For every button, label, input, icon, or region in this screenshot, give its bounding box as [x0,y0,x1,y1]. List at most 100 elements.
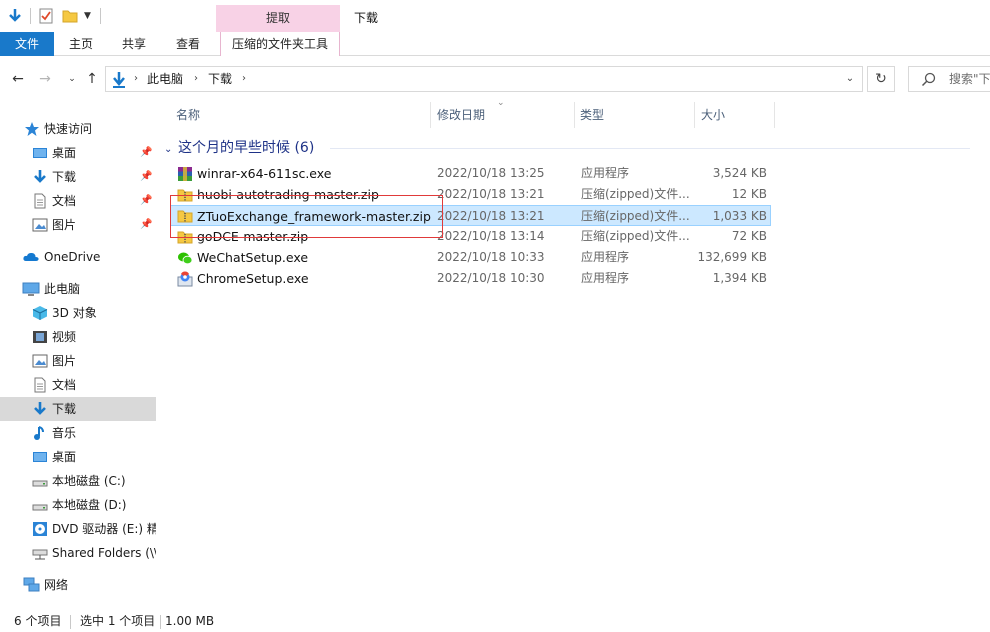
address-bar[interactable]: › 此电脑 › 下载 › ⌄ [105,66,863,92]
nav-label: 3D 对象 [52,306,97,320]
network-drive-icon [32,545,48,561]
file-date: 2022/10/18 10:30 [437,271,545,285]
properties-icon[interactable] [38,6,54,26]
file-type: 应用程序 [581,166,630,180]
nav-downloads-pinned[interactable]: 下载 📌 [0,165,156,189]
search-input[interactable]: 搜索"下载" [908,66,990,92]
status-selected-count: 选中 1 个项目 [80,614,156,628]
file-row[interactable]: goDCE-master.zip 2022/10/18 13:14 压缩(zip… [170,226,771,247]
collapse-chevron-icon[interactable]: ⌄ [164,139,178,161]
breadcrumb-this-pc[interactable]: 此电脑 [147,67,183,91]
new-folder-icon[interactable] [62,6,78,26]
nav-onedrive[interactable]: OneDrive [0,245,156,269]
nav-drive-d[interactable]: 本地磁盘 (D:) [0,493,156,517]
breadcrumb-chevron-icon[interactable]: › [242,67,246,91]
breadcrumb-chevron-icon[interactable]: › [194,67,198,91]
column-divider[interactable] [574,102,575,128]
download-icon [32,169,48,185]
pin-icon[interactable]: 📌 [140,165,152,189]
file-size: 72 KB [731,229,767,243]
refresh-icon[interactable]: ↻ [867,66,895,92]
column-divider[interactable] [774,102,775,128]
file-row[interactable]: huobi-autotrading-master.zip 2022/10/18 … [170,184,771,205]
nav-desktop[interactable]: 桌面 [0,445,156,469]
pin-icon[interactable]: 📌 [140,213,152,237]
address-dropdown-icon[interactable]: ⌄ [842,67,858,91]
nav-this-pc[interactable]: 此电脑 [0,277,156,301]
nav-label: 图片 [52,218,77,232]
nav-3d-objects[interactable]: 3D 对象 [0,301,156,325]
tab-home[interactable]: 主页 [60,32,102,56]
nav-pictures[interactable]: 图片 [0,349,156,373]
customize-toolbar-icon[interactable]: ▼ [84,6,91,26]
nav-label: 文档 [52,378,77,392]
nav-label: Shared Folders (\\ [52,546,156,560]
file-row[interactable]: WeChatSetup.exe 2022/10/18 10:33 应用程序 13… [170,247,771,268]
zip-folder-icon [177,187,193,203]
pin-icon[interactable]: 📌 [140,141,152,165]
nav-documents[interactable]: 文档 [0,373,156,397]
up-arrow-icon[interactable]: ↑ [83,70,101,88]
nav-label: 音乐 [52,426,77,440]
toolbar-divider [100,8,101,24]
cloud-icon [22,249,39,265]
file-date: 2022/10/18 13:21 [437,209,545,223]
context-tab-extract[interactable]: 提取 [216,5,340,32]
document-icon [32,377,48,393]
group-header[interactable]: ⌄ 这个月的早些时候 (6) [164,137,314,159]
file-date: 2022/10/18 10:33 [437,250,545,264]
column-header-type[interactable]: 类型 [580,102,604,128]
column-header-size[interactable]: 大小 [701,102,725,128]
quick-access-download-icon[interactable] [6,6,24,26]
nav-music[interactable]: 音乐 [0,421,156,445]
breadcrumb-downloads[interactable]: 下载 [208,67,232,91]
nav-pictures-pinned[interactable]: 图片 📌 [0,213,156,237]
toolbar-divider [30,8,31,24]
nav-quick-access[interactable]: 快速访问 [0,117,156,141]
file-row[interactable]: winrar-x64-611sc.exe 2022/10/18 13:25 应用… [170,163,771,184]
group-label: 这个月的早些时候 (6) [178,140,315,156]
group-divider [330,148,970,149]
download-icon [110,71,128,89]
nav-desktop-pinned[interactable]: 桌面 📌 [0,141,156,165]
tab-share[interactable]: 共享 [112,32,156,56]
ribbon-tabs: 文件 主页 共享 查看 压缩的文件夹工具 [0,32,990,56]
nav-label: 文档 [52,194,77,208]
nav-drive-c[interactable]: 本地磁盘 (C:) [0,469,156,493]
nav-downloads[interactable]: 下载 [0,397,156,421]
nav-documents-pinned[interactable]: 文档 📌 [0,189,156,213]
file-name: ZTuoExchange_framework-master.zip [197,209,431,224]
forward-arrow-icon[interactable]: → [36,70,54,88]
column-divider[interactable] [430,102,431,128]
column-header-date[interactable]: 修改日期 [437,102,485,128]
tab-compressed-folder-tools[interactable]: 压缩的文件夹工具 [220,32,340,56]
tab-view[interactable]: 查看 [166,32,210,56]
file-type: 压缩(zipped)文件... [581,229,690,243]
dvd-icon [32,521,48,537]
file-type: 应用程序 [581,250,630,264]
nav-label: 视频 [52,330,77,344]
network-icon [22,577,40,593]
recent-locations-chevron-icon[interactable]: ⌄ [63,70,81,88]
file-size: 3,524 KB [712,166,767,180]
file-row-selected[interactable]: ZTuoExchange_framework-master.zip 2022/1… [170,205,771,226]
picture-icon [32,353,48,369]
file-row[interactable]: ChromeSetup.exe 2022/10/18 10:30 应用程序 1,… [170,268,771,289]
column-divider[interactable] [694,102,695,128]
breadcrumb-chevron-icon[interactable]: › [134,67,138,91]
nav-dvd-drive[interactable]: DVD 驱动器 (E:) 精 [0,517,156,541]
desktop-icon [32,449,48,465]
nav-label: 本地磁盘 (C:) [52,474,126,488]
nav-network[interactable]: 网络 [0,573,156,597]
nav-videos[interactable]: 视频 [0,325,156,349]
tab-file[interactable]: 文件 [0,32,54,56]
video-icon [32,329,48,345]
nav-label: DVD 驱动器 (E:) 精 [52,522,156,536]
navigation-bar: ← → ⌄ ↑ › 此电脑 › 下载 › ⌄ ↻ 搜索"下载" [0,56,990,102]
status-selected-size: 1.00 MB [165,614,215,628]
column-header-name[interactable]: 名称 [176,102,200,128]
pin-icon[interactable]: 📌 [140,189,152,213]
back-arrow-icon[interactable]: ← [9,70,27,88]
nav-shared-folders[interactable]: Shared Folders (\\ [0,541,156,565]
status-bar: 6 个项目 选中 1 个项目 1.00 MB [0,607,990,632]
